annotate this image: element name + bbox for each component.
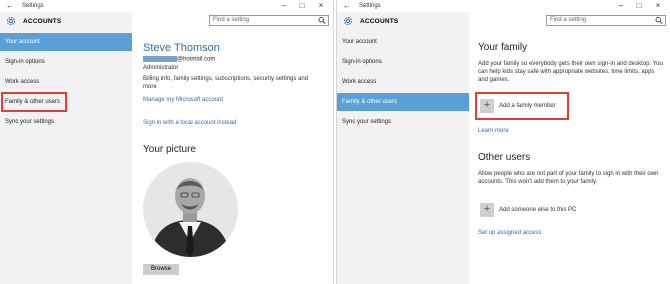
minimize-icon[interactable]: –	[279, 1, 289, 10]
family-description: Add your family so everybody gets their …	[478, 61, 663, 83]
account-content: Steve Thomson @hotmail.com Administrator…	[132, 32, 333, 284]
sidebar-item-work-access[interactable]: Work access	[0, 73, 132, 91]
add-someone-button[interactable]: Add someone else to this PC	[499, 206, 576, 214]
gear-icon	[6, 16, 16, 26]
billing-text: Billing info, family settings, subscript…	[143, 76, 309, 90]
add-family-plus-icon[interactable]: +	[480, 99, 494, 113]
minimize-icon[interactable]: –	[616, 1, 626, 10]
top-strip: Find a setting	[132, 12, 333, 32]
other-users-heading: Other users	[478, 152, 531, 163]
browse-button[interactable]: Browse	[143, 264, 179, 275]
maximize-icon[interactable]: □	[634, 1, 644, 10]
back-arrow-icon[interactable]: ←	[6, 1, 14, 10]
search-icon	[318, 17, 326, 24]
profile-picture	[143, 162, 238, 257]
top-strip: Find a setting	[469, 12, 670, 32]
sidebar: ACCOUNTS Your account Sign-in options Wo…	[0, 12, 132, 284]
picture-heading: Your picture	[143, 144, 196, 155]
sidebar-header: ACCOUNTS	[337, 12, 469, 32]
user-name: Steve Thomson	[143, 42, 220, 54]
assigned-access-link[interactable]: Set up assigned access	[478, 230, 541, 236]
family-heading: Your family	[478, 42, 528, 53]
sidebar-item-sync-settings[interactable]: Sync your settings	[0, 113, 132, 131]
user-role: Administrator	[143, 65, 179, 71]
title-bar: ← Settings – □ ×	[0, 0, 333, 12]
search-input[interactable]: Find a setting	[546, 15, 666, 26]
user-email: @hotmail.com	[143, 56, 215, 63]
sidebar-item-work-access[interactable]: Work access	[337, 73, 469, 91]
sidebar-header: ACCOUNTS	[0, 12, 132, 32]
sidebar-item-your-account[interactable]: Your account	[0, 33, 132, 51]
sidebar: ACCOUNTS Your account Sign-in options Wo…	[337, 12, 469, 284]
email-redaction	[143, 56, 177, 62]
person-photo-icon	[143, 162, 238, 257]
close-icon[interactable]: ×	[316, 1, 326, 10]
add-other-plus-icon[interactable]: +	[480, 203, 494, 217]
search-input[interactable]: Find a setting	[209, 15, 329, 26]
sidebar-item-sync-settings[interactable]: Sync your settings	[337, 113, 469, 131]
window-title: Settings	[359, 3, 381, 9]
section-title: ACCOUNTS	[23, 18, 62, 25]
highlight-box	[1, 92, 67, 112]
close-icon[interactable]: ×	[653, 1, 663, 10]
other-users-description: Allow people who are not part of your fa…	[478, 171, 659, 185]
search-placeholder: Find a setting	[550, 17, 587, 23]
window-title: Settings	[22, 3, 44, 9]
sidebar-item-sign-in-options[interactable]: Sign-in options	[0, 53, 132, 71]
sidebar-item-your-account[interactable]: Your account	[337, 33, 469, 51]
maximize-icon[interactable]: □	[297, 1, 307, 10]
settings-window-left: ← Settings – □ × ACCOUNTS Your account S…	[0, 0, 334, 284]
search-placeholder: Find a setting	[213, 17, 250, 23]
section-title: ACCOUNTS	[360, 18, 399, 25]
gear-icon	[343, 16, 353, 26]
sidebar-item-family-other-users[interactable]: Family & other users	[337, 93, 469, 111]
local-account-link[interactable]: Sign in with a local account instead	[143, 120, 236, 126]
learn-more-link[interactable]: Learn more	[478, 128, 509, 134]
sidebar-item-sign-in-options[interactable]: Sign-in options	[337, 53, 469, 71]
add-family-member-button[interactable]: Add a family member	[499, 102, 556, 110]
manage-account-link[interactable]: Manage my Microsoft account	[143, 97, 223, 103]
back-arrow-icon[interactable]: ←	[343, 1, 351, 10]
family-content: Your family Add your family so everybody…	[469, 32, 670, 284]
settings-window-right: ← Settings – □ × ACCOUNTS Your account S…	[336, 0, 670, 284]
search-icon	[655, 17, 663, 24]
title-bar: ← Settings – □ ×	[337, 0, 670, 12]
email-suffix: @hotmail.com	[177, 56, 216, 63]
